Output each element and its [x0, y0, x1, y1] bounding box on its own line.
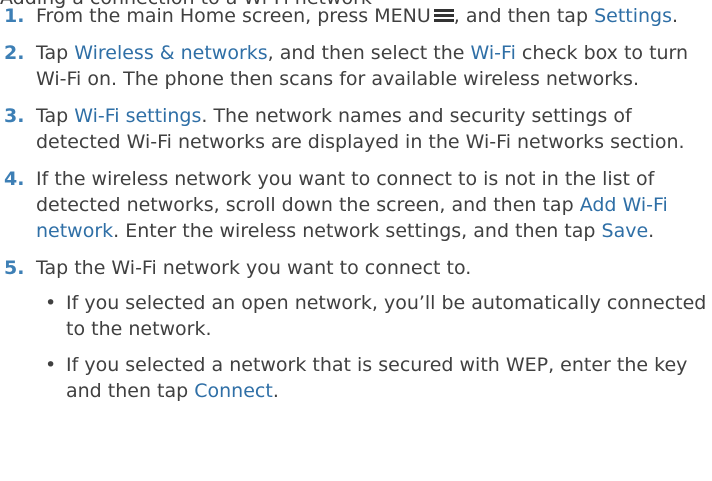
step-text: Tap the Wi-Fi network you want to connec… [36, 257, 472, 279]
bullet-item: • If you selected a network that is secu… [36, 352, 712, 404]
menu-icon [433, 9, 454, 23]
connect-keyword: Connect [194, 380, 273, 402]
bullet-icon: • [45, 354, 57, 376]
step-3: 3. Tap Wi-Fi settings. The network names… [0, 103, 712, 155]
wireless-networks-keyword: Wireless & networks [74, 42, 268, 64]
step-text: If the wireless network you want to conn… [36, 168, 655, 216]
step-text: . [648, 220, 655, 242]
step-text: Tap [36, 42, 75, 64]
step-number: 3. [4, 105, 25, 127]
step-5: 5. Tap the Wi-Fi network you want to con… [0, 255, 712, 404]
wifi-keyword: Wi-Fi [470, 42, 516, 64]
bullet-list: • If you selected an open network, you’l… [36, 290, 712, 404]
step-1: 1. From the main Home screen, press MENU… [0, 3, 712, 29]
bullet-text: If you selected a network that is secure… [66, 354, 688, 402]
bullet-text: If you selected an open network, you’ll … [66, 292, 707, 340]
step-number: 5. [4, 257, 25, 279]
step-number: 1. [4, 5, 25, 27]
step-text: , and then tap [453, 5, 595, 27]
wifi-settings-keyword: Wi-Fi settings [74, 105, 202, 127]
step-text: . [672, 5, 679, 27]
settings-keyword: Settings [594, 5, 672, 27]
document-page: Adding a connection to a Wi-Fi network 1… [0, 0, 712, 481]
step-number: 2. [4, 42, 25, 64]
step-2: 2. Tap Wireless & networks, and then sel… [0, 40, 712, 92]
bullet-item: • If you selected an open network, you’l… [36, 290, 712, 342]
step-text: Tap [36, 105, 75, 127]
bullet-icon: • [45, 292, 57, 314]
step-number: 4. [4, 168, 25, 190]
step-text: , and then select the [267, 42, 471, 64]
step-text: From the main Home screen, press MENU [36, 5, 431, 27]
step-text: . Enter the wireless network settings, a… [113, 220, 602, 242]
step-4: 4. If the wireless network you want to c… [0, 166, 712, 244]
save-keyword: Save [601, 220, 649, 242]
bullet-text: . [272, 380, 279, 402]
steps-list: 1. From the main Home screen, press MENU… [0, 3, 712, 415]
